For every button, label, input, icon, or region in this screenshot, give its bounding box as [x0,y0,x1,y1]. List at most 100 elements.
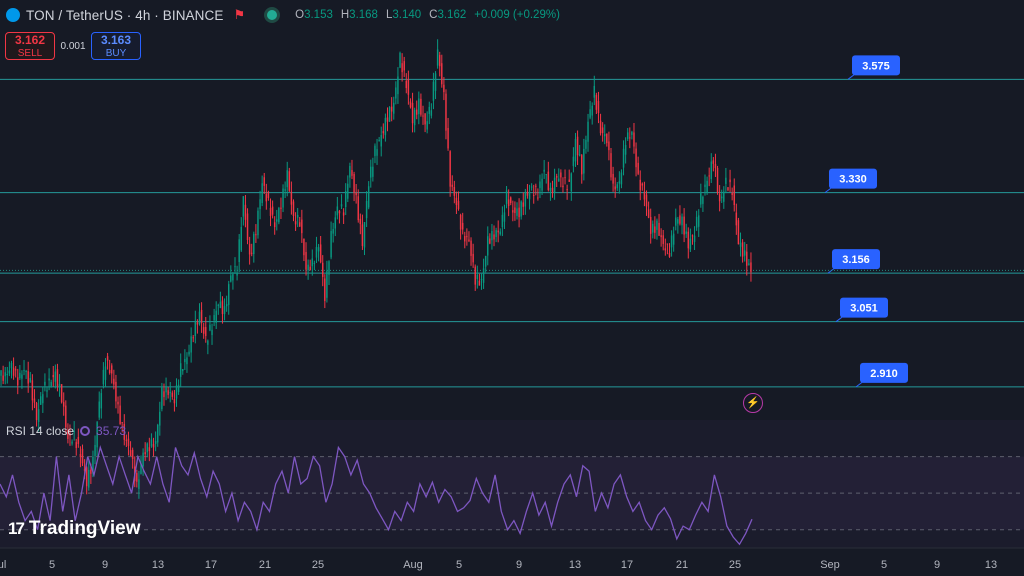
chart-canvas[interactable]: 3.575 3.330 3.156 3.051 2.910 ul 5 9 13 17 21 25 Aug… [0,0,1024,576]
candle-body [518,207,520,218]
candle-body [606,133,608,144]
candle-body [165,385,167,393]
candle-body [480,278,483,281]
candle-body [326,270,328,298]
candle-body [681,216,683,226]
rsi-legend[interactable]: RSI 14 close 35.73 [6,424,126,438]
candle-body [564,177,566,179]
candle-body [464,236,466,242]
ton-coin-icon [6,8,20,22]
candle-body [169,392,171,394]
candle-body [357,196,359,221]
candle-body [317,247,320,252]
candle-body [307,264,309,271]
candle-body [727,187,729,191]
lightning-icon[interactable]: ⚡ [743,393,763,413]
sell-button[interactable]: 3.162 SELL [5,32,55,60]
flag-icon[interactable]: ⚑ [233,7,245,23]
market-status-icon[interactable] [267,10,278,20]
candle-body [386,117,389,122]
candle-body [284,189,286,191]
candle-body [750,262,752,273]
candle-body [679,215,681,224]
candle-body [296,214,299,218]
candle-body [81,448,84,464]
candle-body [652,223,654,233]
candle-body [424,113,426,125]
candle-body [315,247,318,258]
candle-body [125,439,128,441]
x-tick-label: 9 [516,559,522,571]
buy-button[interactable]: 3.163 BUY [91,32,141,60]
candle-body [305,252,307,270]
candle-body [624,144,627,155]
candle-body [570,173,573,192]
candle-body [332,229,334,234]
candle-body [271,206,274,215]
candle-body [188,351,190,355]
candle-body [576,136,579,156]
candle-body [14,369,17,371]
candle-body [693,235,696,242]
candle-body [380,135,382,147]
candle-body [449,151,451,187]
candle-body [192,337,194,339]
candle-body [438,55,441,67]
x-tick-label: 25 [729,559,741,571]
candle-body [198,311,201,325]
level-label-2.910: 2.910 [870,368,898,380]
candle-body [56,369,59,387]
candle-body [44,381,46,386]
candle-body [179,363,182,377]
level-label-3.051: 3.051 [850,303,878,315]
candle-body [562,185,564,188]
x-tick-label: 13 [985,559,997,571]
candle-body [136,473,138,482]
candle-body [29,378,32,382]
candle-body [276,219,278,222]
candle-body [263,177,265,186]
candle-body [58,383,61,387]
candle-body [388,107,391,122]
candle-body [649,216,652,234]
rsi-settings-icon[interactable] [80,426,91,436]
candle-body [436,49,439,66]
candle-body [555,176,558,178]
candle-body [716,167,719,193]
candle-body [267,191,270,198]
candle-body [292,201,295,216]
candle-body [374,145,376,157]
tradingview-logo: 17 TradingView [8,518,141,539]
candle-body [397,76,399,95]
symbol-title[interactable]: TON / TetherUS · 4h · BINANCE [26,8,223,23]
candle-body [741,242,744,257]
candle-body [639,179,641,191]
candle-body [280,207,282,209]
candle-body [708,175,710,177]
candle-body [25,370,27,372]
chart-header: TON / TetherUS · 4h · BINANCE ⚑ O3.153 H… [0,0,1024,30]
candle-body [223,306,226,315]
candle-body [698,215,700,227]
candle-body [46,390,48,392]
candle-body [88,469,90,488]
low-value: 3.140 [392,9,422,21]
candle-body [338,211,341,214]
candle-body [418,98,420,115]
candle-body [246,213,249,240]
candle-body [668,252,671,257]
candle-body [739,242,742,247]
candle-body [301,219,303,234]
candle-body [255,234,257,236]
x-tick-label: 17 [621,559,633,571]
candle-body [98,401,100,418]
high-value: 3.168 [349,9,378,21]
candle-body [129,450,132,457]
close-value: 3.162 [437,9,467,21]
candle-body [111,365,113,374]
candle-body [94,444,96,457]
candle-body [228,284,230,305]
candle-body [144,452,146,455]
candle-body [524,193,527,207]
candle-body [491,230,493,241]
